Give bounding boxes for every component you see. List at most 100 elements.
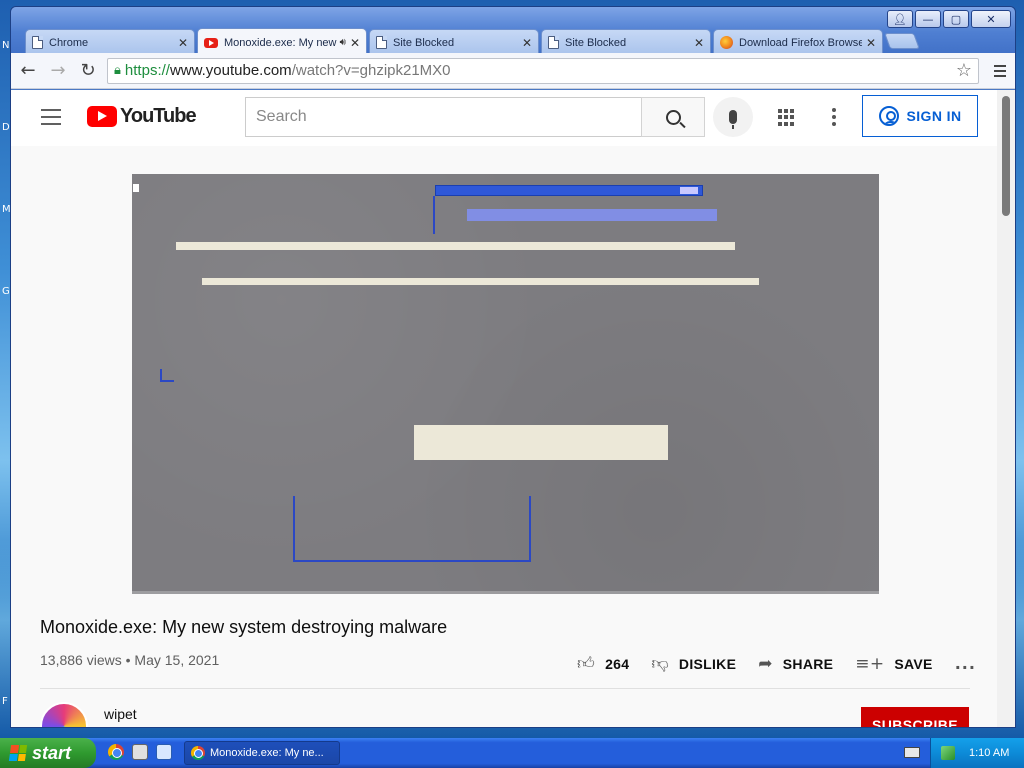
start-label: start [32,742,72,763]
forward-button[interactable]: → [45,58,71,84]
tab-site-blocked[interactable]: Site Blocked ✕ [541,29,711,55]
profile-icon[interactable]: 👤︎ [887,10,913,28]
tab-youtube-video[interactable]: Monoxide.exe: My new system destroying m… [197,28,367,56]
video-actions: 👍︎ 264 👎︎ DISLIKE ➦ SHARE ≡+ SAVE ... [577,653,976,675]
bookmark-star-icon[interactable]: ☆ [956,60,972,81]
url-path: /watch?v=ghzipk21MX0 [291,62,451,79]
chrome-icon[interactable] [108,744,124,760]
internet-explorer-icon[interactable] [156,744,172,760]
window-controls: 👤︎ — ▢ ✕ [887,10,1011,28]
view-count: 13,886 views [40,652,122,668]
save-button[interactable]: ≡+ SAVE [855,654,932,674]
share-button[interactable]: ➦ SHARE [758,654,833,674]
apps-grid-icon[interactable] [778,109,795,126]
video-player[interactable] [132,174,879,594]
keyboard-icon[interactable] [904,747,920,758]
maximize-button[interactable]: ▢ [943,10,969,28]
channel-row: wipet SUBSCRIBE [40,702,970,727]
playlist-add-icon: ≡+ [855,653,885,674]
video-frame-artifact [414,425,668,460]
windows-flag-icon [8,745,28,761]
sign-in-button[interactable]: SIGN IN [862,95,978,137]
page-scrollbar[interactable] [997,90,1015,727]
firefox-icon [720,36,733,49]
microphone-icon [729,110,737,129]
new-tab-button[interactable] [884,33,920,49]
tab-title: Monoxide.exe: My new system destroying m… [224,36,338,49]
video-title: Monoxide.exe: My new system destroying m… [40,617,448,637]
more-actions-icon[interactable]: ... [955,654,976,673]
desktop-icon-label[interactable]: N [2,40,9,51]
taskbar: start Monoxide.exe: My ne... 1:10 AM [0,738,1024,768]
video-frame-artifact [293,496,295,562]
explorer-icon[interactable] [132,744,148,760]
video-frame-artifact [433,196,435,234]
subscribe-button[interactable]: SUBSCRIBE [861,707,969,727]
start-button[interactable]: start [0,738,96,768]
system-tray: 1:10 AM [930,738,1024,768]
thumbs-up-icon: 👍︎ [577,654,596,674]
address-bar[interactable]: 🔒︎ https:// www.youtube.com /watch?v=ghz… [107,57,979,84]
close-window-button[interactable]: ✕ [971,10,1011,28]
tab-download-firefox[interactable]: Download Firefox Browser ✕ [713,29,883,55]
meta-separator: • [125,652,131,668]
video-frame-artifact [293,560,531,562]
youtube-play-icon [87,106,117,127]
video-progress-bar[interactable] [132,591,879,594]
tab-title: Chrome [49,36,89,49]
dislike-label: DISLIKE [678,655,737,672]
youtube-masthead: YouTube Search SIGN IN [11,90,999,146]
settings-more-icon[interactable] [832,108,836,126]
tab-close-icon[interactable]: ✕ [694,36,704,50]
scrollbar-thumb[interactable] [1002,96,1010,216]
tab-title: Site Blocked [393,36,455,49]
voice-search-button[interactable] [713,97,753,137]
sign-in-label: SIGN IN [906,108,962,124]
dislike-button[interactable]: 👎︎ DISLIKE [651,653,736,674]
back-button[interactable]: ← [15,58,41,84]
account-icon [878,106,899,126]
video-frame-artifact [435,185,703,196]
tab-chrome[interactable]: Chrome ✕ [25,29,195,55]
youtube-logo[interactable]: YouTube [87,105,197,128]
quick-launch [108,744,172,760]
tab-close-icon[interactable]: ✕ [866,36,876,50]
video-frame-artifact [529,496,531,562]
hamburger-menu-icon[interactable] [41,109,61,125]
network-icon[interactable] [941,746,955,760]
share-label: SHARE [782,655,834,672]
like-button[interactable]: 👍︎ 264 [577,653,629,674]
section-divider [40,688,970,689]
search-button[interactable] [641,97,705,137]
speaker-icon[interactable]: 🔊︎ [340,37,346,48]
reload-button[interactable]: ↻ [75,58,101,84]
page-icon [32,36,43,49]
share-icon: ➦ [758,653,773,674]
tab-site-blocked[interactable]: Site Blocked ✕ [369,29,539,55]
save-label: SAVE [894,655,933,672]
youtube-icon [204,37,218,48]
clock[interactable]: 1:10 AM [969,747,1009,759]
channel-avatar[interactable] [40,702,88,727]
minimize-button[interactable]: — [915,10,941,28]
search-placeholder: Search [256,108,307,125]
lock-icon[interactable]: 🔒︎ [114,63,121,78]
taskbar-item-label: Monoxide.exe: My ne... [210,747,324,759]
tab-close-icon[interactable]: ✕ [178,36,188,50]
url-host: www.youtube.com [169,62,292,79]
tab-close-icon[interactable]: ✕ [350,36,360,50]
desktop-icon-label[interactable]: D [2,122,10,133]
video-meta: 13,886 views • May 15, 2021 [40,652,219,668]
page-viewport: YouTube Search SIGN IN Monoxide.exe: My … [11,90,1015,727]
desktop-icon-label[interactable]: F [2,696,8,707]
search-input[interactable]: Search [245,97,642,137]
tab-title: Site Blocked [565,36,627,49]
page-icon [548,36,559,49]
taskbar-item-chrome[interactable]: Monoxide.exe: My ne... [184,741,340,765]
channel-name[interactable]: wipet [104,706,137,722]
tab-close-icon[interactable]: ✕ [522,36,532,50]
desktop-icon-label[interactable]: G [2,286,10,297]
video-frame-artifact [467,209,717,221]
url-scheme: https:// [124,62,170,79]
chrome-menu-button[interactable] [987,58,1013,84]
